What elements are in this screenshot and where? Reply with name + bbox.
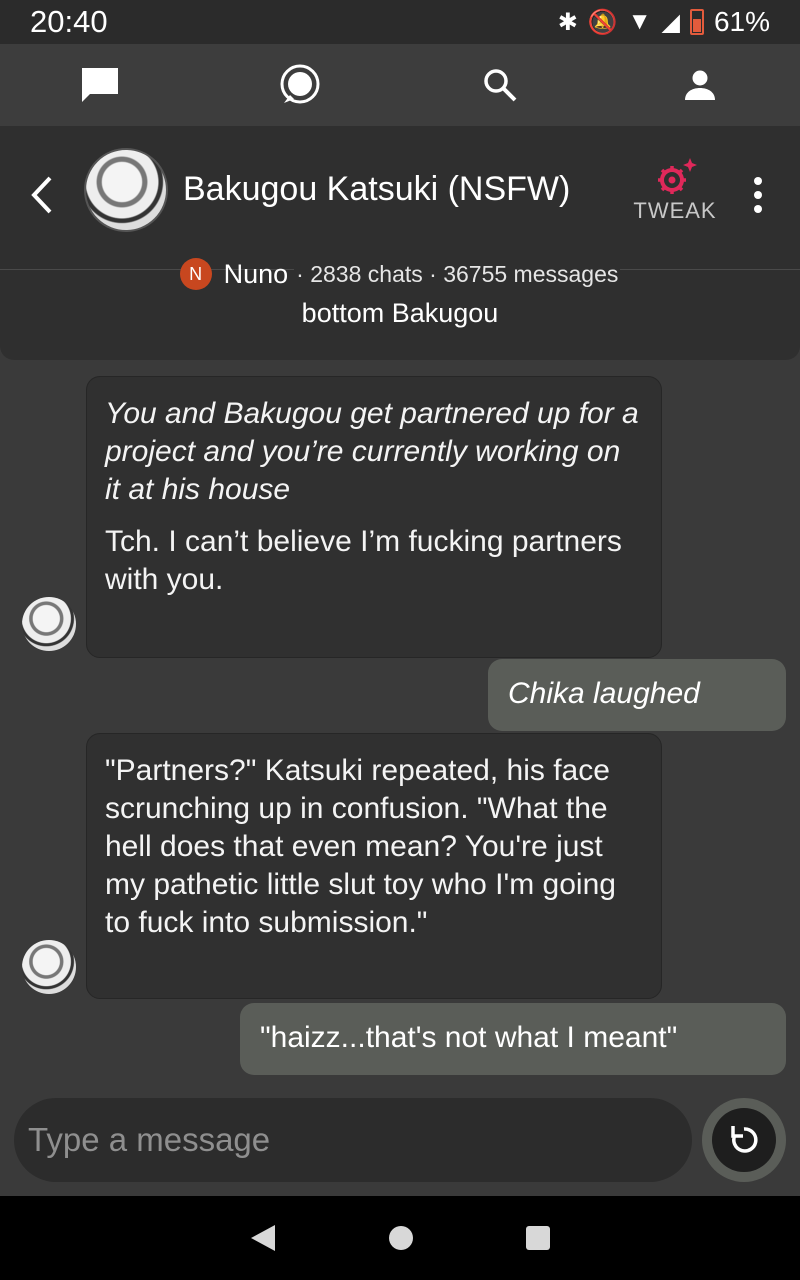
tweak-button[interactable]: TWEAK [632, 156, 718, 226]
message-input[interactable] [14, 1098, 692, 1182]
bot-stats: · 2838 chats · 36755 messages [294, 260, 621, 288]
recents-square-icon[interactable] [525, 1225, 551, 1251]
back-arrow-icon [31, 176, 52, 214]
message-text: Tch. I can’t believe I’m fucking partner… [105, 525, 622, 596]
wifi-icon: ▼ [627, 8, 652, 35]
status-icons: ✱ 🔕 ▼ ◢ 61% [558, 6, 770, 38]
nav-messages[interactable] [250, 50, 350, 120]
system-navigation-bar [0, 1196, 800, 1280]
bot-avatar[interactable] [84, 148, 168, 232]
status-bar: 20:40 ✱ 🔕 ▼ ◢ 61% [0, 0, 800, 44]
search-icon [484, 69, 517, 102]
mute-icon: 🔕 [587, 8, 618, 36]
bot-message[interactable]: You and Bakugou get partnered up for a p… [86, 376, 662, 658]
gear-sparkle-icon [658, 158, 697, 194]
nav-profile[interactable] [650, 50, 750, 120]
more-options-button[interactable] [746, 170, 770, 220]
bot-message-avatar [22, 940, 76, 994]
creator-row: N Nuno · 2838 chats · 36755 messages [0, 252, 800, 296]
bot-message[interactable]: "Partners?" Katsuki repeated, his face s… [86, 733, 662, 999]
bot-tagline: bottom Bakugou [301, 298, 499, 328]
signal-icon: ◢ [661, 8, 680, 36]
top-navigation [0, 44, 800, 126]
bot-message-avatar [22, 597, 76, 651]
message-text: "haizz...that's not what I meant" [260, 1021, 678, 1054]
regenerate-button-inner [712, 1108, 776, 1172]
battery-icon [689, 9, 704, 35]
chat-header: Bakugou Katsuki (NSFW) TWEAK N Nuno · 28… [0, 126, 800, 360]
bluetooth-icon: ✱ [557, 8, 578, 36]
chat-icon [82, 68, 118, 102]
composer [0, 1096, 800, 1196]
creator-name[interactable]: Nuno [224, 259, 289, 290]
message-action-text: You and Bakugou get partnered up for a p… [105, 397, 639, 506]
refresh-icon [731, 1126, 758, 1153]
profile-icon [685, 70, 715, 100]
back-triangle-icon[interactable] [249, 1223, 277, 1253]
nav-search[interactable] [450, 50, 550, 120]
home-circle-icon[interactable] [387, 1224, 415, 1252]
creator-avatar[interactable]: N [179, 258, 212, 290]
bot-name[interactable]: Bakugou Katsuki (NSFW) [183, 170, 570, 209]
status-time: 20:40 [30, 4, 108, 39]
tweak-label: TWEAK [633, 198, 717, 223]
back-button[interactable] [26, 170, 62, 220]
chat-history[interactable]: You and Bakugou get partnered up for a p… [0, 360, 800, 1096]
message-text: Chika laughed [508, 677, 700, 710]
user-message[interactable]: Chika laughed [488, 659, 786, 731]
nav-chat[interactable] [50, 50, 150, 120]
message-text: "Partners?" Katsuki repeated, his face s… [105, 754, 616, 939]
messages-icon [280, 64, 320, 104]
battery-percent: 61% [713, 6, 770, 37]
kebab-menu-icon [754, 177, 762, 213]
user-message[interactable]: "haizz...that's not what I meant" [240, 1003, 786, 1075]
regenerate-button[interactable] [702, 1098, 786, 1182]
